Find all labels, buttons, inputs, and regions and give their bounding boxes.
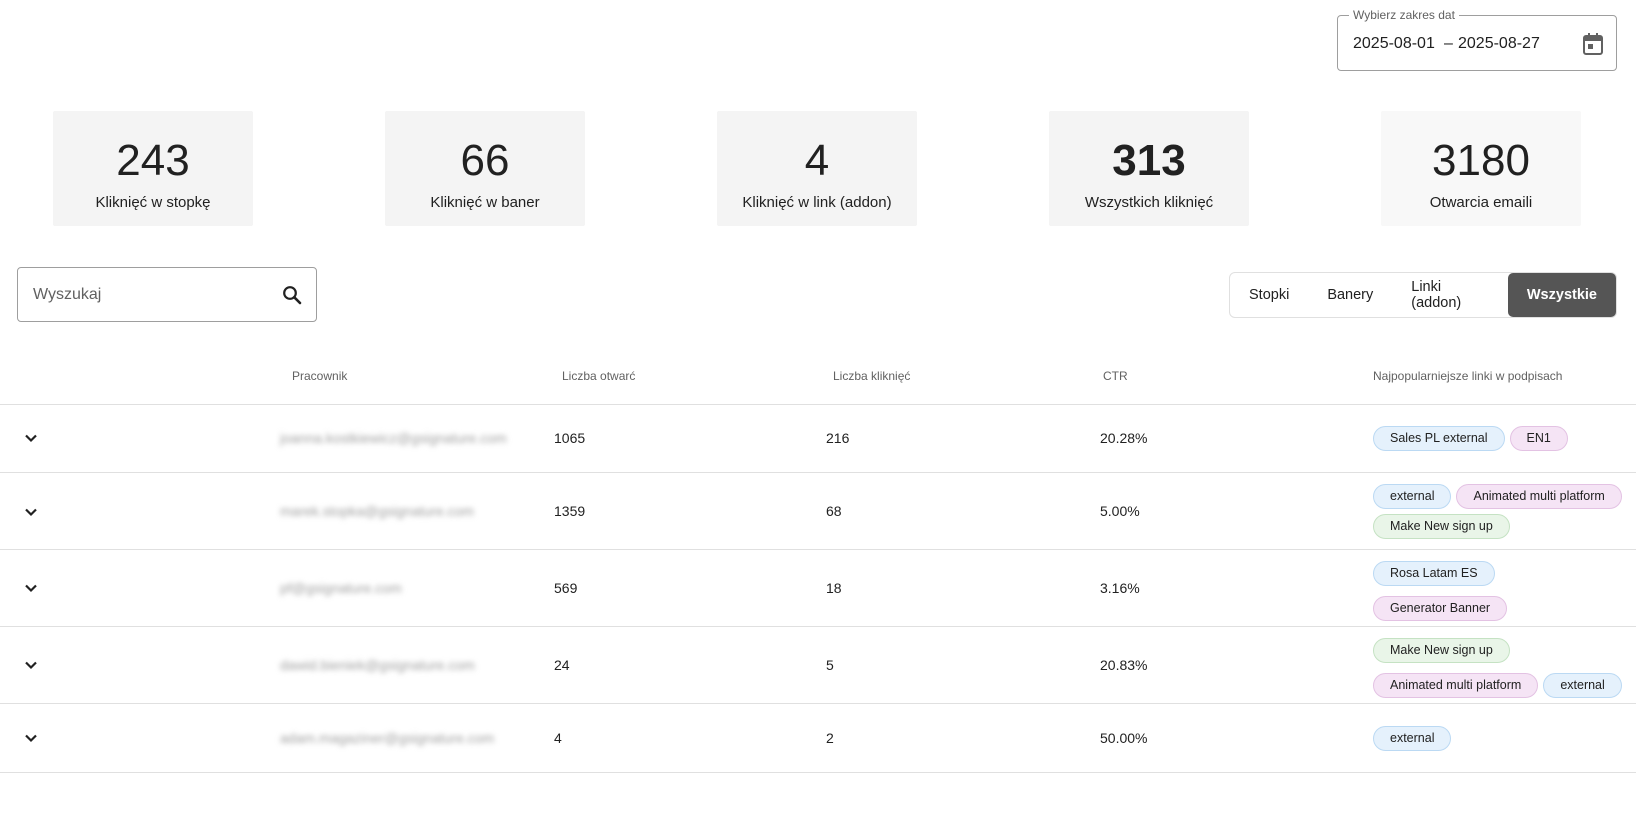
- filter-addon-links[interactable]: Linki (addon): [1392, 273, 1508, 317]
- link-chip[interactable]: Make New sign up: [1373, 638, 1510, 663]
- stat-card-addon-clicks: 4 Kliknięć w link (addon): [717, 111, 917, 226]
- opens-count: 1359: [554, 503, 586, 519]
- date-end[interactable]: 2025-08-27: [1458, 34, 1540, 54]
- top-links-chips: Sales PL external EN1: [1373, 426, 1633, 451]
- filter-footers[interactable]: Stopki: [1230, 273, 1308, 317]
- header-divider: [0, 404, 1636, 405]
- row-divider: [0, 703, 1636, 704]
- clicks-count: 216: [826, 430, 850, 446]
- filter-all[interactable]: Wszystkie: [1507, 273, 1616, 317]
- date-start[interactable]: 2025-08-01: [1353, 34, 1435, 54]
- link-chip[interactable]: Animated multi platform: [1373, 673, 1539, 698]
- stat-label: Kliknięć w baner: [430, 194, 540, 211]
- filter-toggle-group: Stopki Banery Linki (addon) Wszystkie: [1229, 272, 1617, 318]
- top-links-chips: external Animated multi platform Make Ne…: [1373, 484, 1633, 539]
- stat-value: 243: [116, 136, 190, 185]
- employee-email: dawid.bieniek@gsignature.com: [280, 657, 475, 673]
- column-header-opens[interactable]: Liczba otwarć: [562, 369, 635, 383]
- date-separator: –: [1444, 35, 1453, 52]
- stat-value: 4: [804, 136, 830, 185]
- stat-label: Kliknięć w stopkę: [95, 194, 211, 211]
- date-range-label: Wybierz zakres dat: [1349, 8, 1459, 22]
- chevron-down-icon[interactable]: [22, 579, 40, 597]
- calendar-icon[interactable]: [1582, 32, 1604, 56]
- top-links-chips: Make New sign up Animated multi platform…: [1373, 638, 1633, 698]
- chevron-down-icon[interactable]: [22, 656, 40, 674]
- employee-email: marek.stopka@gsignature.com: [280, 503, 474, 519]
- link-chip[interactable]: external: [1373, 484, 1452, 509]
- employee-email: adam.magaziner@gsignature.com: [280, 730, 495, 746]
- stat-card-email-opens: 3180 Otwarcia emaili: [1381, 111, 1581, 226]
- stat-value: 313: [1112, 136, 1186, 185]
- search-input[interactable]: [33, 284, 263, 306]
- stat-label: Kliknięć w link (addon): [742, 194, 892, 211]
- link-chip[interactable]: Sales PL external: [1373, 426, 1505, 451]
- stat-label: Otwarcia emaili: [1429, 194, 1533, 211]
- clicks-count: 2: [826, 730, 834, 746]
- column-header-employee[interactable]: Pracownik: [292, 369, 347, 383]
- ctr-value: 5.00%: [1100, 503, 1140, 519]
- date-range-picker[interactable]: Wybierz zakres dat 2025-08-01 – 2025-08-…: [1337, 8, 1617, 71]
- opens-count: 4: [554, 730, 562, 746]
- chevron-down-icon[interactable]: [22, 503, 40, 521]
- link-chip[interactable]: Generator Banner: [1373, 596, 1508, 621]
- chevron-down-icon[interactable]: [22, 729, 40, 747]
- employee-email: pf@gsignature.com: [280, 580, 402, 596]
- chevron-down-icon[interactable]: [22, 429, 40, 447]
- ctr-value: 20.28%: [1100, 430, 1148, 446]
- clicks-count: 18: [826, 580, 842, 596]
- stat-value: 3180: [1432, 136, 1530, 185]
- ctr-value: 20.83%: [1100, 657, 1148, 673]
- row-divider: [0, 626, 1636, 627]
- stat-card-total-clicks: 313 Wszystkich kliknięć: [1049, 111, 1249, 226]
- ctr-value: 3.16%: [1100, 580, 1140, 596]
- clicks-count: 5: [826, 657, 834, 673]
- top-links-chips: external: [1373, 726, 1633, 751]
- link-chip[interactable]: external: [1373, 726, 1452, 751]
- link-chip[interactable]: EN1: [1509, 426, 1568, 451]
- clicks-count: 68: [826, 503, 842, 519]
- top-links-chips: Rosa Latam ES Generator Banner: [1373, 561, 1633, 621]
- opens-count: 24: [554, 657, 570, 673]
- column-header-top-links: Najpopularniejsze linki w podpisach: [1373, 369, 1563, 383]
- stat-value: 66: [460, 136, 510, 185]
- row-divider: [0, 549, 1636, 550]
- stat-card-banner-clicks: 66 Kliknięć w baner: [385, 111, 585, 226]
- row-divider: [0, 472, 1636, 473]
- ctr-value: 50.00%: [1100, 730, 1148, 746]
- link-chip[interactable]: Animated multi platform: [1456, 484, 1622, 509]
- filter-banners[interactable]: Banery: [1308, 273, 1392, 317]
- row-divider: [0, 772, 1636, 773]
- link-chip[interactable]: external: [1543, 673, 1622, 698]
- link-chip[interactable]: Rosa Latam ES: [1373, 561, 1495, 586]
- employee-email: joanna.kostkiewicz@gsignature.com: [280, 430, 507, 446]
- stat-label: Wszystkich kliknięć: [1084, 194, 1214, 211]
- column-header-ctr[interactable]: CTR: [1103, 369, 1128, 383]
- opens-count: 569: [554, 580, 578, 596]
- search-field[interactable]: [17, 267, 317, 322]
- column-header-clicks[interactable]: Liczba kliknięć: [833, 369, 910, 383]
- opens-count: 1065: [554, 430, 586, 446]
- search-icon[interactable]: [282, 285, 302, 305]
- stat-card-footer-clicks: 243 Kliknięć w stopkę: [53, 111, 253, 226]
- link-chip[interactable]: Make New sign up: [1373, 514, 1510, 539]
